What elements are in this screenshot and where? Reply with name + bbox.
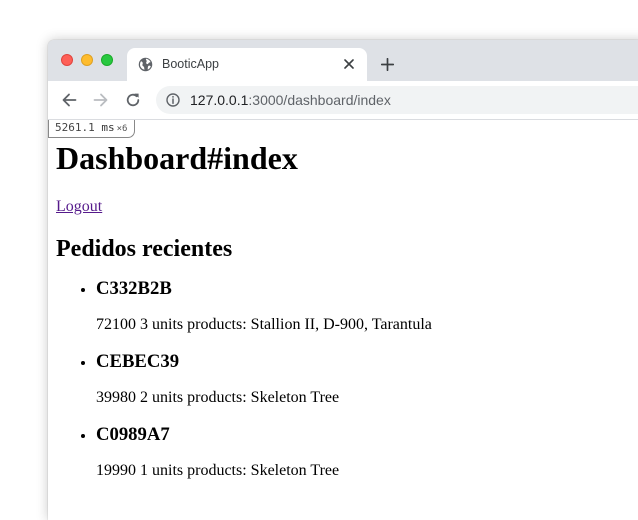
page-body: Dashboard#index Logout Pedidos recientes… — [56, 140, 636, 497]
page-title: Dashboard#index — [56, 140, 298, 176]
order-details: 19990 1 units products: Skeleton Tree — [96, 462, 340, 479]
maximize-window-button[interactable] — [101, 54, 113, 66]
close-icon[interactable] — [344, 59, 354, 69]
orders-heading: Pedidos recientes — [56, 236, 233, 262]
browser-window: BooticApp 127.0.0.1:3000/dashboard/index… — [48, 40, 638, 520]
order-code: C332B2B — [96, 278, 172, 299]
profiler-unit: ms — [101, 121, 115, 134]
address-bar[interactable]: 127.0.0.1:3000/dashboard/index — [156, 86, 638, 114]
close-window-button[interactable] — [61, 54, 73, 66]
globe-icon — [138, 57, 153, 72]
order-code: C0989A7 — [96, 424, 170, 445]
url-host: 127.0.0.1 — [190, 92, 249, 108]
forward-arrow-icon[interactable] — [93, 92, 109, 108]
plus-icon[interactable] — [381, 58, 394, 71]
order-details: 39980 2 units products: Skeleton Tree — [96, 389, 340, 406]
minimize-window-button[interactable] — [81, 54, 93, 66]
reload-icon[interactable] — [125, 92, 141, 108]
page-content: 5261.1 ms ×6 Dashboard#index Logout Pedid… — [48, 120, 638, 520]
orders-list: C332B2B 72100 3 units products: Stallion… — [56, 278, 636, 480]
tab-title: BooticApp — [162, 57, 219, 71]
back-arrow-icon[interactable] — [61, 92, 77, 108]
info-icon[interactable] — [166, 93, 180, 107]
list-item: CEBEC39 39980 2 units products: Skeleton… — [96, 351, 636, 407]
tab-bootic-app[interactable]: BooticApp — [127, 48, 367, 81]
url-path: :3000/dashboard/index — [248, 92, 391, 108]
profiler-count: ×6 — [116, 124, 128, 134]
order-details: 72100 3 units products: Stallion II, D-9… — [96, 316, 432, 333]
logout-link[interactable]: Logout — [56, 198, 102, 216]
order-code: CEBEC39 — [96, 351, 180, 372]
browser-toolbar: 127.0.0.1:3000/dashboard/index — [48, 81, 638, 120]
list-item: C0989A7 19990 1 units products: Skeleton… — [96, 424, 636, 480]
profiler-time: 5261.1 — [55, 121, 95, 134]
url-text[interactable]: 127.0.0.1:3000/dashboard/index — [190, 92, 391, 108]
tab-bar: BooticApp — [48, 40, 638, 81]
profiler-badge[interactable]: 5261.1 ms ×6 — [48, 120, 136, 138]
list-item: C332B2B 72100 3 units products: Stallion… — [96, 278, 636, 334]
